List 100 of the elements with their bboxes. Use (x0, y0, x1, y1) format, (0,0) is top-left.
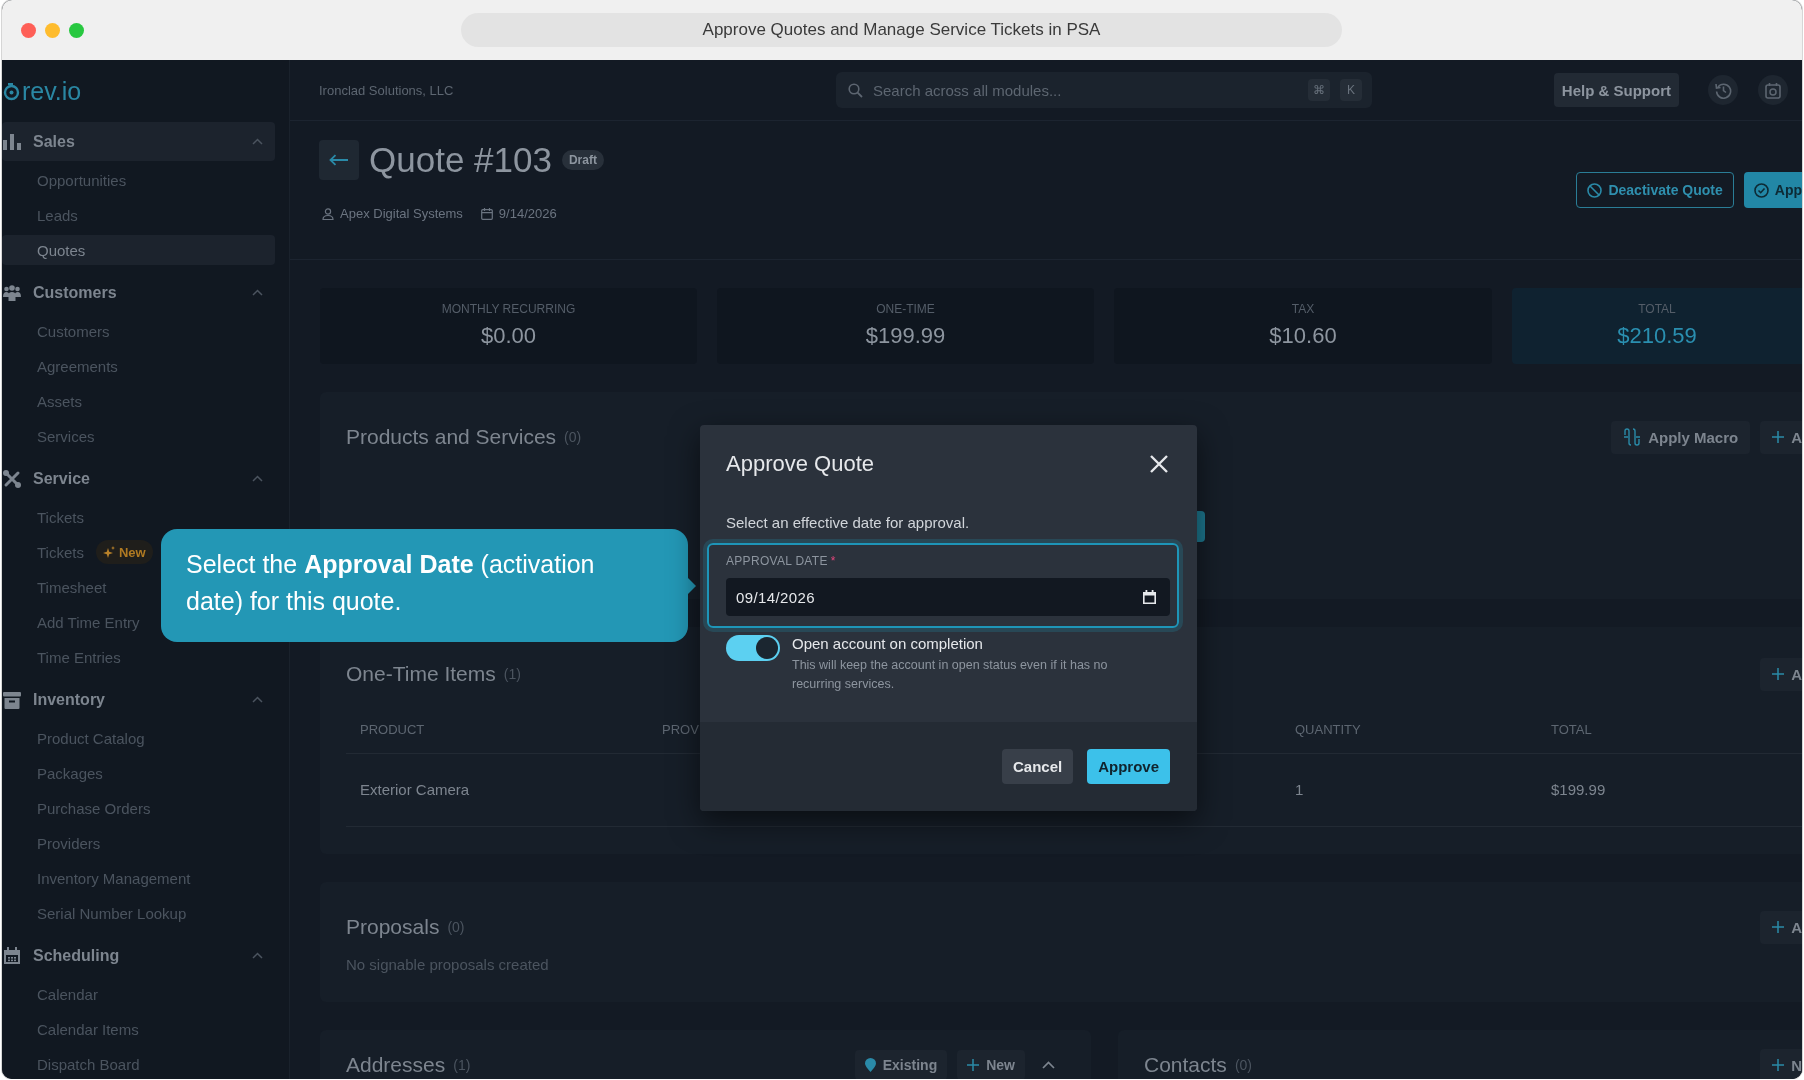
logo[interactable]: rev.io (2, 76, 82, 106)
apply-macro-button[interactable]: Apply Macro (1611, 420, 1751, 454)
add-button[interactable]: New (957, 1050, 1025, 1079)
people-icon (3, 284, 21, 301)
history-button[interactable] (1708, 75, 1738, 105)
section-title: Addresses (346, 1053, 446, 1077)
minimize-window-icon[interactable] (45, 22, 60, 38)
sidebar-group-header[interactable]: Service (2, 459, 275, 498)
add-button[interactable]: A (1760, 910, 1802, 944)
badge-text: New (118, 544, 146, 560)
sidebar-item[interactable]: Product Catalog (37, 723, 145, 753)
toggle-label: Open account on completion (792, 635, 984, 653)
sidebar-item[interactable]: Services (37, 421, 95, 451)
archive-box-icon (3, 690, 21, 709)
chevron-up-icon[interactable] (252, 952, 263, 959)
add-button[interactable]: N (1760, 1048, 1802, 1079)
person-icon (322, 207, 334, 220)
card-label: TAX (1291, 302, 1315, 316)
add-button[interactable]: A (1760, 420, 1802, 454)
sidebar-item[interactable]: Leads (37, 200, 78, 230)
history-icon (1714, 81, 1732, 99)
sidebar-item[interactable]: Opportunities (37, 165, 127, 195)
back-button[interactable] (319, 140, 359, 180)
card-value: $10.60 (1269, 323, 1337, 349)
section-title: One-Time Items (346, 662, 496, 686)
sidebar-item[interactable]: Quotes (2, 235, 275, 265)
close-window-icon[interactable] (21, 22, 36, 38)
modal-title: Approve Quote (726, 451, 874, 477)
required-mark: * (830, 554, 836, 568)
calendar-clock-button[interactable] (1758, 75, 1788, 105)
section-title: Proposals (346, 915, 440, 939)
plus-icon (1772, 431, 1785, 443)
bar-chart-icon (3, 133, 21, 150)
plus-icon (967, 1059, 980, 1071)
calendar-icon[interactable] (1143, 590, 1156, 604)
card-value: $210.59 (1617, 323, 1697, 349)
existing-button[interactable]: Existing (854, 1050, 948, 1079)
plus-icon (1772, 1059, 1785, 1071)
search-input[interactable]: Search across all modules... (873, 79, 1298, 101)
sidebar-item[interactable]: Packages (37, 758, 103, 788)
date-input[interactable]: 09/14/2026 (726, 578, 1170, 616)
chevron-up-icon[interactable] (1042, 1061, 1055, 1069)
sidebar-item[interactable]: Agreements (37, 351, 118, 381)
sidebar-item[interactable]: Assets (37, 386, 82, 416)
section-title: Products and Services (346, 425, 557, 449)
sidebar-item[interactable]: Dispatch Board (37, 1049, 140, 1079)
organization-name: Ironclad Solutions, LLC (319, 82, 454, 98)
sidebar-group-header[interactable]: Scheduling (2, 936, 275, 975)
sidebar-item[interactable]: Providers (37, 828, 101, 858)
table-cell: 1 (1295, 781, 1304, 798)
modal-prompt: Select an effective date for approval. (726, 513, 971, 533)
approve-button[interactable]: Approve (1087, 749, 1170, 784)
chevron-up-icon[interactable] (252, 696, 263, 703)
quote-date: 9/14/2026 (498, 206, 557, 221)
sidebar-item[interactable]: Timesheet (37, 572, 107, 602)
sidebar-item[interactable]: Calendar (37, 979, 98, 1009)
chevron-up-icon[interactable] (252, 138, 263, 145)
sidebar-item[interactable]: Serial Number Lookup (37, 898, 187, 928)
chevron-up-icon[interactable] (252, 289, 263, 296)
sidebar-item[interactable]: Tickets (37, 502, 84, 532)
status-badge: Draft (561, 150, 604, 170)
approve-button[interactable]: App (1743, 172, 1802, 208)
sidebar-item[interactable]: Customers (37, 316, 110, 346)
sidebar-item[interactable]: Time Entries (37, 642, 121, 672)
help-button[interactable]: Help & Support (1553, 73, 1679, 107)
search-bar[interactable]: Search across all modules... ⌘ K (836, 72, 1372, 108)
plus-icon (1772, 921, 1785, 933)
chevron-up-icon[interactable] (252, 475, 263, 482)
card-label: TOTAL (1638, 302, 1676, 316)
crossed-tools-icon (3, 469, 21, 488)
field-label: APPROVAL DATE (726, 554, 828, 568)
customer-name[interactable]: Apex Digital Systems (340, 206, 463, 221)
arrow-left-icon (329, 154, 349, 166)
squiggle-icon (1623, 428, 1642, 446)
zoom-window-icon[interactable] (69, 22, 84, 38)
sidebar-group-header[interactable]: Inventory (2, 680, 275, 719)
column-header: PRODUCT (360, 722, 425, 737)
column-header: TOTAL (1551, 722, 1592, 737)
shortcut-key: ⌘ (1308, 79, 1330, 101)
calendar-clock-icon (1765, 81, 1781, 99)
search-icon (848, 82, 863, 98)
card-value: $199.99 (865, 323, 946, 349)
sidebar-item[interactable]: Purchase Orders (37, 793, 151, 823)
check-circle-icon (1753, 182, 1769, 198)
cancel-button[interactable]: Cancel (1001, 749, 1074, 784)
sidebar-item[interactable]: Add Time Entry (37, 607, 140, 637)
close-icon[interactable] (1150, 455, 1168, 473)
add-button[interactable]: A (1760, 657, 1802, 691)
deactivate-button[interactable]: Deactivate Quote (1576, 172, 1734, 208)
toggle-switch[interactable] (726, 635, 780, 661)
sidebar-group-header[interactable]: Customers (2, 273, 275, 312)
ban-icon (1587, 182, 1603, 198)
table-cell: $199.99 (1551, 781, 1606, 798)
sidebar-item[interactable]: Tickets New (37, 537, 153, 567)
sidebar-group-header[interactable]: Sales (2, 122, 275, 161)
plus-icon (1772, 668, 1785, 680)
action-button[interactable] (1197, 511, 1205, 542)
window-title: Approve Quotes and Manage Service Tickets in PSA (461, 13, 1342, 47)
sidebar-item[interactable]: Inventory Management (37, 863, 191, 893)
sidebar-item[interactable]: Calendar Items (37, 1014, 139, 1044)
